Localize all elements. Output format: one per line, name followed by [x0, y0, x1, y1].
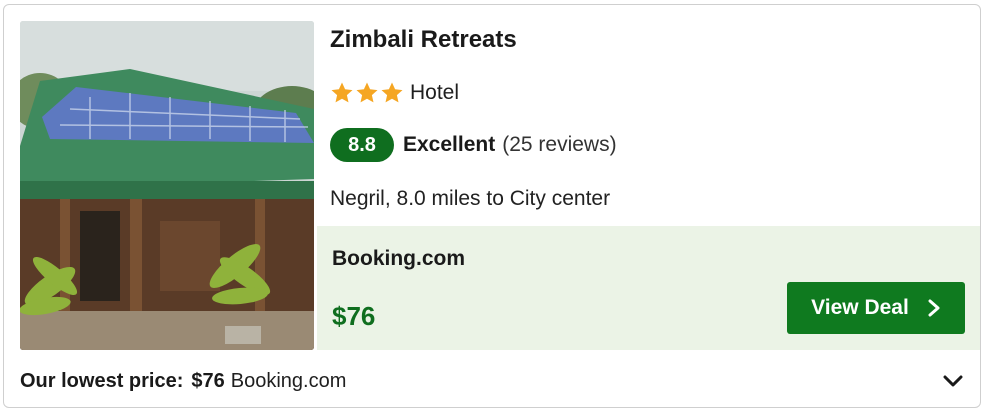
rating-label: Excellent	[403, 133, 496, 156]
chevron-right-icon	[928, 299, 940, 317]
review-count[interactable]: (25 reviews)	[502, 133, 616, 157]
star-icon	[331, 82, 353, 103]
lowest-price-row[interactable]: Our lowest price: $76 Booking.com	[4, 350, 980, 407]
lowest-price-label: Our lowest price:	[20, 370, 184, 392]
rating-score-badge: 8.8	[330, 128, 394, 162]
view-deal-button[interactable]: View Deal	[787, 282, 965, 334]
deal-panel: Booking.com $76 View Deal	[317, 226, 980, 350]
star-icon	[356, 82, 378, 103]
hotel-photo-image	[20, 21, 314, 350]
rating[interactable]: 8.8 Excellent (25 reviews)	[330, 128, 617, 162]
view-deal-label: View Deal	[811, 296, 909, 319]
chevron-down-icon[interactable]	[942, 372, 964, 390]
lowest-price-value: $76	[191, 370, 225, 392]
hotel-card[interactable]: Zimbali Retreats Hotel 8.8 Excellent (25…	[3, 4, 981, 408]
hotel-name[interactable]: Zimbali Retreats	[330, 26, 517, 54]
lowest-price-summary: Our lowest price: $76 Booking.com	[20, 370, 346, 393]
deal-price: $76	[332, 301, 376, 331]
deal-provider: Booking.com	[332, 247, 466, 270]
lowest-price-provider: Booking.com	[230, 370, 347, 392]
hotel-location: Negril, 8.0 miles to City center	[330, 187, 611, 210]
hotel-type: Hotel	[410, 81, 460, 104]
star-icon	[381, 82, 403, 103]
hotel-class: Hotel	[330, 78, 459, 108]
hotel-photo[interactable]	[20, 21, 314, 350]
